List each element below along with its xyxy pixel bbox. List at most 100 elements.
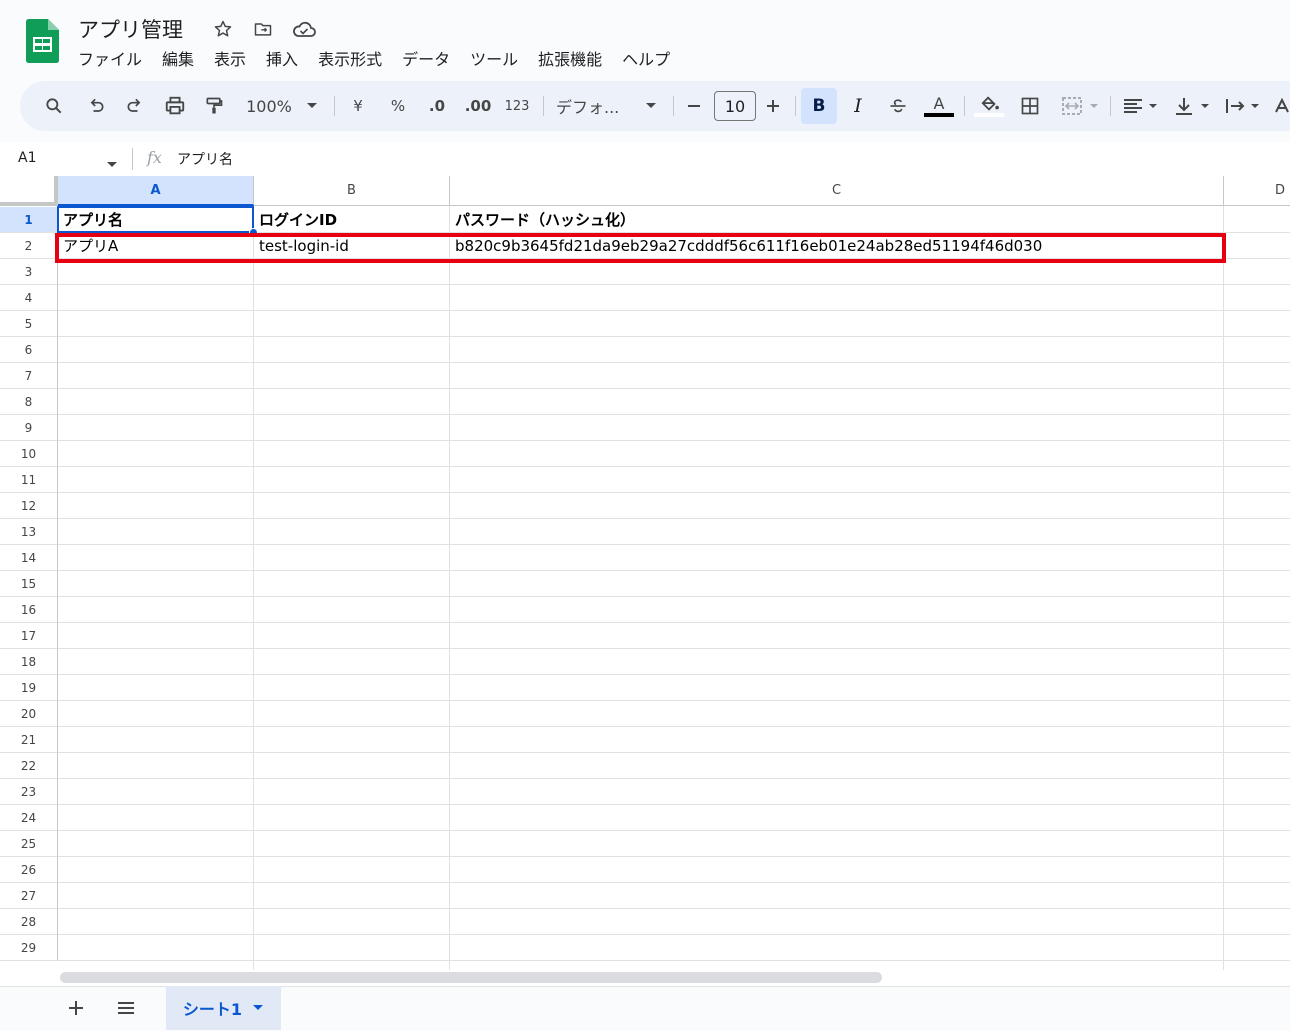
row-2-highlight-annotation (55, 233, 1226, 263)
percent-format-button[interactable]: % (386, 92, 410, 120)
formula-input[interactable]: アプリ名 (177, 149, 233, 169)
text-wrapping-icon[interactable] (1222, 92, 1264, 120)
row-header-16[interactable]: 16 (0, 597, 58, 623)
menu-data[interactable]: データ (392, 48, 460, 72)
bold-button[interactable]: B (801, 88, 837, 124)
all-sheets-icon[interactable] (116, 998, 136, 1022)
row-header-7[interactable]: 7 (0, 363, 58, 389)
column-header-a[interactable]: A (58, 176, 254, 206)
menu-bar: ファイル 編集 表示 挿入 表示形式 データ ツール 拡張機能 ヘルプ (78, 48, 680, 72)
row-header-2[interactable]: 2 (0, 233, 58, 259)
toolbar-divider (334, 96, 335, 116)
row-header-11[interactable]: 11 (0, 467, 58, 493)
row-header-24[interactable]: 24 (0, 805, 58, 831)
row-header-15[interactable]: 15 (0, 571, 58, 597)
menu-tools[interactable]: ツール (460, 48, 528, 72)
row-header-9[interactable]: 9 (0, 415, 58, 441)
borders-icon[interactable] (1018, 92, 1042, 120)
row-header-27[interactable]: 27 (0, 883, 58, 909)
menu-format[interactable]: 表示形式 (308, 48, 392, 72)
add-sheet-icon[interactable] (66, 998, 86, 1022)
row-line (58, 518, 1290, 519)
menu-help[interactable]: ヘルプ (612, 48, 680, 72)
row-line (58, 960, 1290, 961)
column-line (253, 206, 254, 970)
cell-b1[interactable]: ログインID (254, 207, 450, 233)
row-header-12[interactable]: 12 (0, 493, 58, 519)
row-header-21[interactable]: 21 (0, 727, 58, 753)
row-header-29[interactable]: 29 (0, 935, 58, 961)
undo-icon[interactable] (84, 92, 108, 120)
name-box[interactable]: A1 (18, 150, 36, 166)
toolbar-divider (543, 96, 544, 116)
row-header-14[interactable]: 14 (0, 545, 58, 571)
menu-extensions[interactable]: 拡張機能 (528, 48, 612, 72)
row-header-18[interactable]: 18 (0, 649, 58, 675)
merge-cells-icon[interactable] (1058, 92, 1102, 120)
menu-file[interactable]: ファイル (78, 48, 152, 72)
font-dropdown-icon[interactable] (642, 92, 660, 120)
row-header-1[interactable]: 1 (0, 207, 58, 233)
row-header-28[interactable]: 28 (0, 909, 58, 935)
row-line (58, 856, 1290, 857)
horizontal-scrollbar[interactable] (60, 972, 882, 983)
sheet-tab-dropdown-icon[interactable] (252, 1004, 264, 1012)
column-header-b[interactable]: B (254, 176, 450, 206)
text-color-button[interactable]: A (923, 92, 955, 120)
select-all-corner[interactable] (0, 176, 58, 206)
star-icon[interactable] (212, 18, 234, 40)
zoom-select[interactable]: 100% (242, 92, 296, 120)
font-family-select[interactable]: デフォ... (556, 92, 636, 120)
text-rotation-icon[interactable] (1272, 92, 1290, 120)
row-line (58, 284, 1290, 285)
search-menus-icon[interactable] (42, 92, 66, 120)
row-header-5[interactable]: 5 (0, 311, 58, 337)
italic-button[interactable]: I (846, 92, 870, 120)
menu-view[interactable]: 表示 (204, 48, 256, 72)
decrease-decimal-label: .0 (428, 97, 446, 115)
row-header-20[interactable]: 20 (0, 701, 58, 727)
sheets-logo-icon[interactable] (26, 19, 59, 63)
row-header-22[interactable]: 22 (0, 753, 58, 779)
name-box-dropdown-icon[interactable] (106, 154, 118, 173)
row-header-19[interactable]: 19 (0, 675, 58, 701)
row-header-25[interactable]: 25 (0, 831, 58, 857)
row-header-13[interactable]: 13 (0, 519, 58, 545)
fill-color-button[interactable] (973, 92, 1005, 120)
row-header-6[interactable]: 6 (0, 337, 58, 363)
zoom-dropdown-icon[interactable] (303, 92, 321, 120)
increase-decimal-button[interactable]: .00 (462, 92, 494, 120)
row-header-8[interactable]: 8 (0, 389, 58, 415)
column-header-c[interactable]: C (450, 176, 1224, 206)
font-size-input[interactable]: 10 (714, 91, 756, 121)
redo-icon[interactable] (123, 92, 147, 120)
increase-font-size-icon[interactable] (761, 92, 785, 120)
menu-insert[interactable]: 挿入 (256, 48, 308, 72)
currency-format-button[interactable]: ¥ (346, 92, 370, 120)
print-icon[interactable] (162, 92, 188, 120)
row-line (58, 388, 1290, 389)
row-header-26[interactable]: 26 (0, 857, 58, 883)
cloud-saved-icon[interactable] (291, 18, 317, 40)
number-format-button[interactable]: 123 (502, 92, 532, 120)
decrease-font-size-icon[interactable] (682, 92, 706, 120)
row-header-3[interactable]: 3 (0, 259, 58, 285)
toolbar-divider (1110, 96, 1111, 116)
document-title[interactable]: アプリ管理 (78, 14, 183, 44)
strikethrough-icon[interactable] (886, 92, 910, 120)
horizontal-align-icon[interactable] (1120, 92, 1162, 120)
decrease-decimal-button[interactable]: .0 (422, 92, 452, 120)
row-header-4[interactable]: 4 (0, 285, 58, 311)
spreadsheet-grid[interactable]: A B C D 1 2 3 4 5 6 7 8 9 10 11 12 13 14 15 16 17 18 19 20 2… (0, 176, 1290, 970)
cell-c1[interactable]: パスワード（ハッシュ化） (450, 207, 1224, 233)
row-header-17[interactable]: 17 (0, 623, 58, 649)
menu-edit[interactable]: 編集 (152, 48, 204, 72)
row-header-10[interactable]: 10 (0, 441, 58, 467)
paint-format-icon[interactable] (202, 92, 226, 120)
column-header-d[interactable]: D (1224, 176, 1290, 206)
sheet-tab[interactable]: シート1 (166, 986, 281, 1030)
move-folder-icon[interactable] (252, 18, 274, 40)
row-header-23[interactable]: 23 (0, 779, 58, 805)
active-cell-selection (57, 206, 254, 233)
vertical-align-icon[interactable] (1172, 92, 1214, 120)
